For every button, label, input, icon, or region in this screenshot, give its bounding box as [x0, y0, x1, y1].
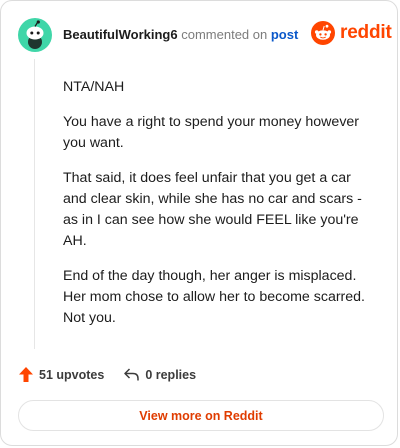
post-link[interactable]: post — [271, 27, 298, 42]
reddit-brand[interactable]: reddit — [311, 21, 392, 45]
comment-paragraph: End of the day though, her anger is misp… — [63, 268, 366, 326]
comment-paragraph: You have a right to spend your money how… — [63, 114, 360, 151]
comment-header: BeautifulWorking6 commented on post — [63, 27, 298, 42]
reddit-wordmark: reddit — [340, 22, 392, 43]
replies-button[interactable]: 0 replies — [123, 367, 196, 382]
upvote-count: 51 upvotes — [39, 367, 105, 382]
reply-icon — [124, 368, 140, 381]
avatar-snoo-icon — [18, 18, 52, 52]
avatar[interactable] — [18, 18, 52, 52]
comment-paragraph: NTA/NAH — [63, 79, 125, 95]
comment-body: NTA/NAH You have a right to spend your m… — [63, 77, 368, 343]
reddit-logo-icon — [311, 21, 335, 45]
username-link[interactable]: BeautifulWorking6 — [63, 27, 178, 42]
reddit-comment-embed: BeautifulWorking6 commented on post redd… — [0, 0, 398, 446]
comment-actions: 51 upvotes 0 replies — [18, 366, 196, 383]
upvote-button[interactable]: 51 upvotes — [18, 366, 104, 383]
comment-paragraph: That said, it does feel unfair that you … — [63, 170, 362, 249]
commented-on-text: commented on — [181, 27, 268, 42]
view-more-button[interactable]: View more on Reddit — [18, 400, 384, 431]
upvote-arrow-icon — [19, 367, 33, 382]
thread-line — [34, 59, 35, 349]
reply-count: 0 replies — [145, 367, 197, 382]
